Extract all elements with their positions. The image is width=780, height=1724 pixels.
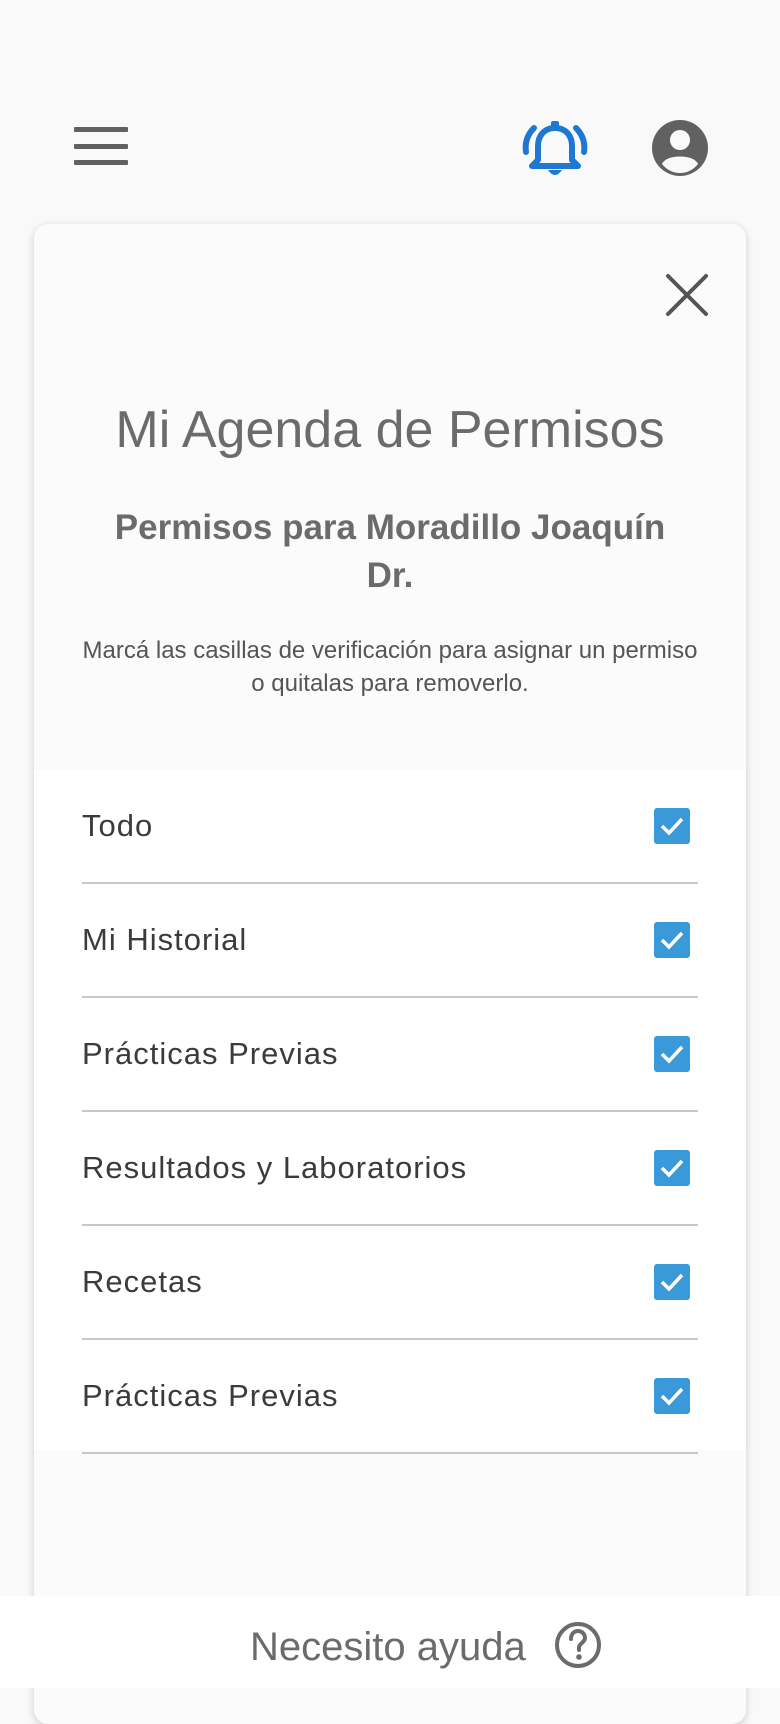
modal-title: Mi Agenda de Permisos — [115, 401, 665, 459]
permission-label: Todo — [82, 808, 154, 843]
close-icon[interactable] — [662, 270, 712, 320]
permission-row-resultados-laboratorios[interactable]: Resultados y Laboratorios — [82, 1112, 698, 1226]
account-circle-icon[interactable] — [650, 118, 710, 178]
checkmark-icon — [660, 1159, 684, 1178]
permission-row-mi-historial[interactable]: Mi Historial — [82, 884, 698, 998]
permission-label: Prácticas Previas — [82, 1378, 339, 1413]
permission-label: Recetas — [82, 1264, 203, 1299]
permission-row-todo[interactable]: Todo — [82, 770, 698, 884]
checkmark-icon — [660, 1045, 684, 1064]
help-label: Necesito ayuda — [250, 1624, 526, 1669]
permission-row-practicas-previas-2[interactable]: Prácticas Previas — [82, 1340, 698, 1454]
permission-row-practicas-previas[interactable]: Prácticas Previas — [82, 998, 698, 1112]
help-link[interactable]: Necesito ayuda — [250, 1620, 602, 1674]
permissions-modal: Mi Agenda de Permisos Permisos para Mora… — [34, 224, 746, 1724]
permission-checkbox[interactable] — [654, 1378, 690, 1414]
permission-checkbox[interactable] — [654, 1036, 690, 1072]
question-circle-icon — [554, 1621, 602, 1674]
permission-checkbox[interactable] — [654, 1264, 690, 1300]
checkmark-icon — [660, 1273, 684, 1292]
permission-label: Resultados y Laboratorios — [82, 1150, 468, 1185]
checkmark-icon — [660, 817, 684, 836]
bell-ringing-icon[interactable] — [520, 118, 590, 180]
permission-checkbox[interactable] — [654, 922, 690, 958]
permission-checkbox[interactable] — [654, 808, 690, 844]
permission-checkbox[interactable] — [654, 1150, 690, 1186]
checkmark-icon — [660, 1387, 684, 1406]
checkmark-icon — [660, 931, 684, 950]
footer: Necesito ayuda — [0, 1596, 780, 1688]
hamburger-menu-icon[interactable] — [70, 118, 132, 174]
permission-row-recetas[interactable]: Recetas — [82, 1226, 698, 1340]
top-bar — [0, 0, 780, 210]
modal-description: Marcá las casillas de verificación para … — [82, 637, 698, 697]
modal-subtitle: Permisos para Moradillo Joaquín Dr. — [114, 508, 666, 595]
permission-label: Prácticas Previas — [82, 1036, 339, 1071]
permissions-list: Todo Mi Historial Prácticas Previas Resu… — [34, 770, 746, 1454]
permission-label: Mi Historial — [82, 922, 248, 957]
